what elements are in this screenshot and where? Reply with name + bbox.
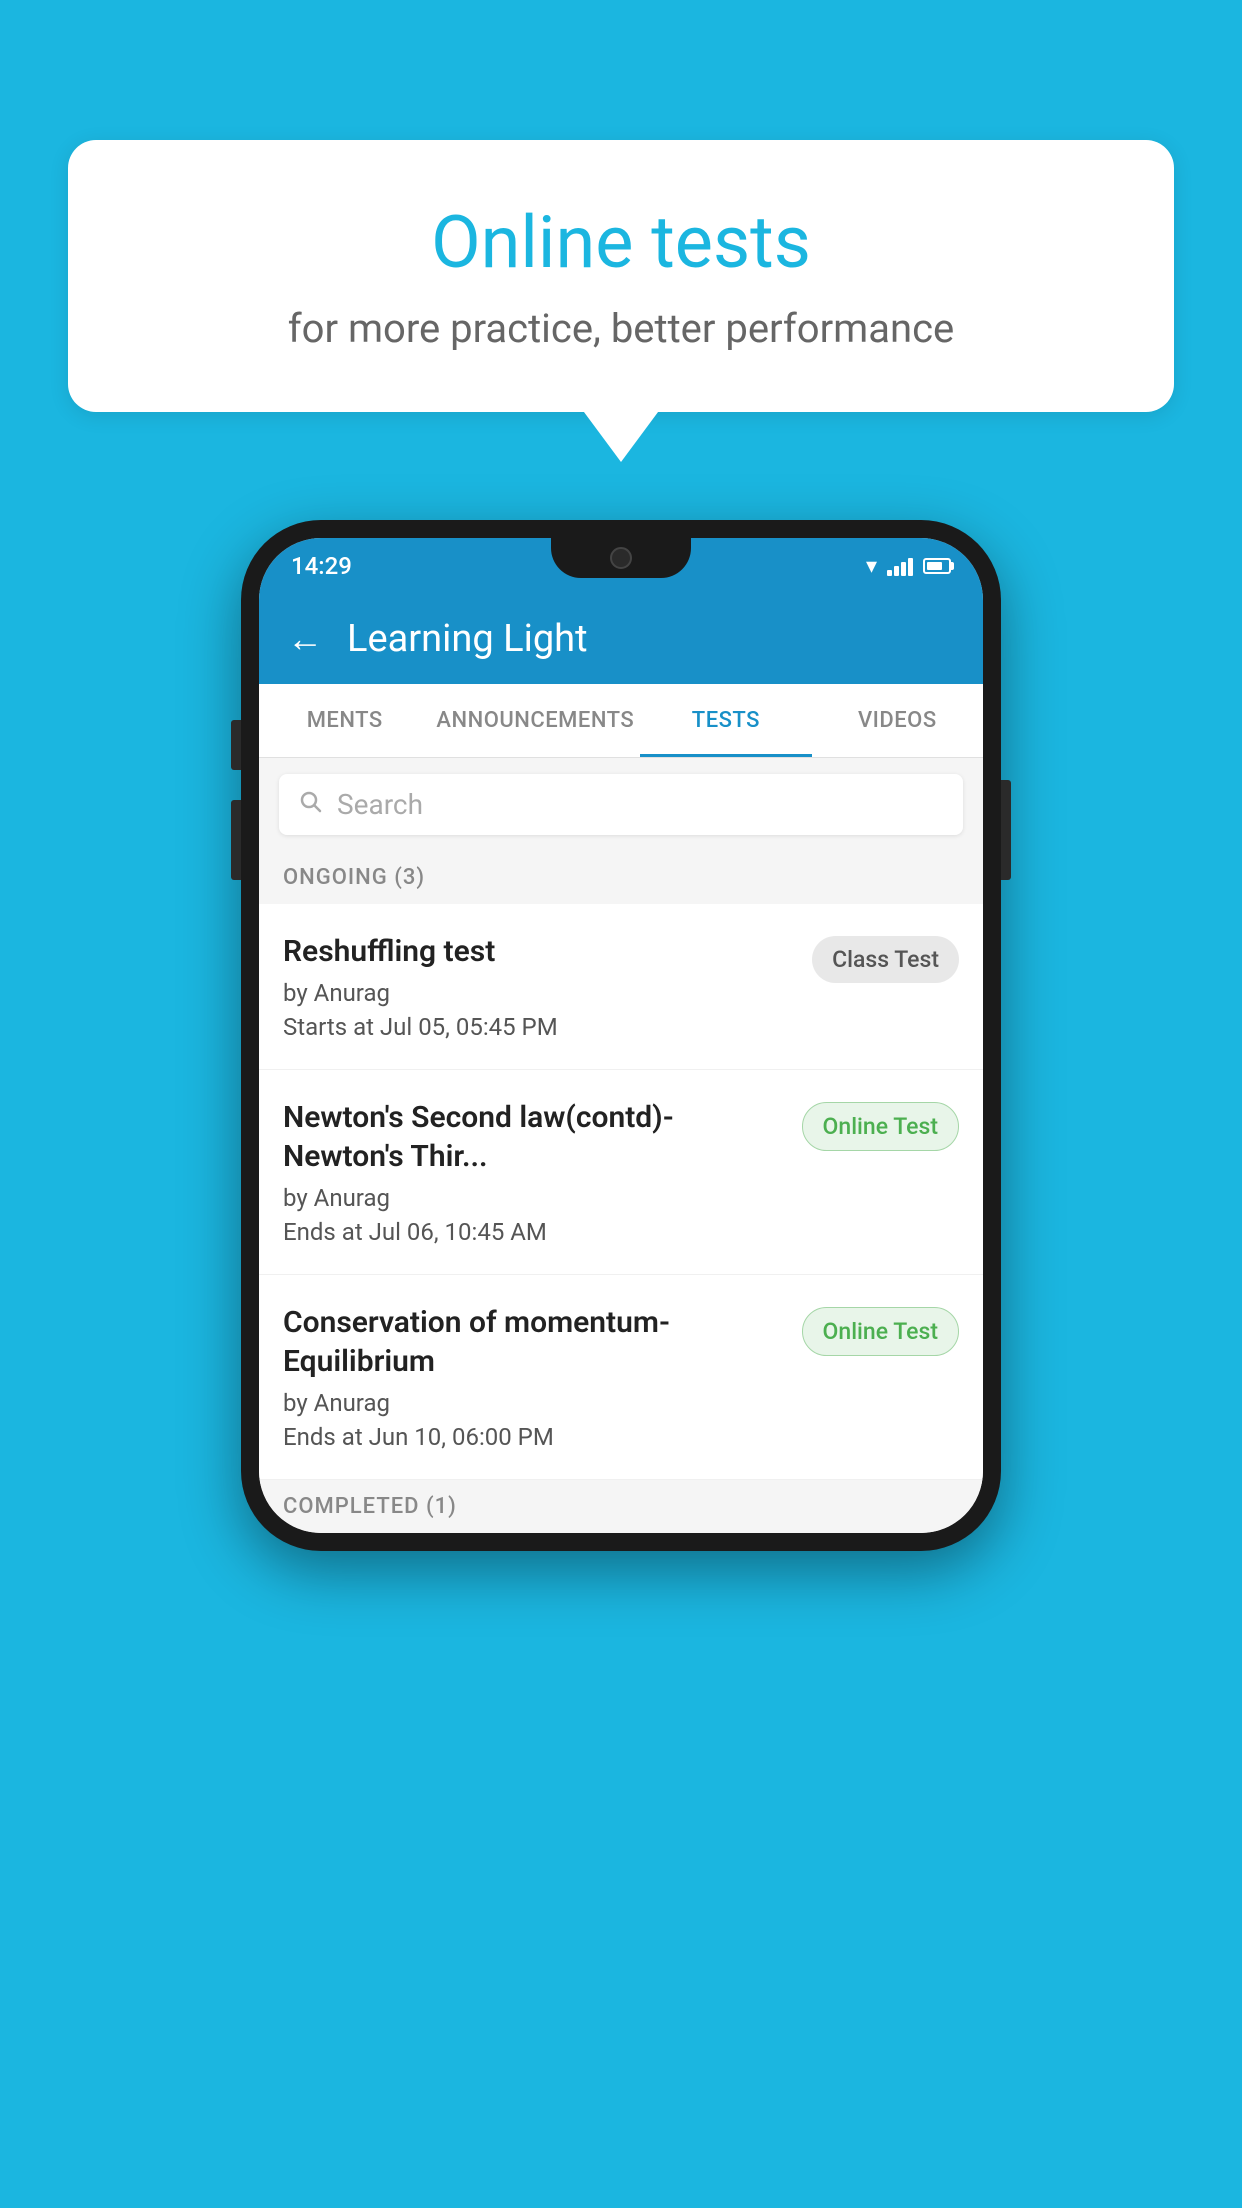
test-title-2: Newton's Second law(contd)-Newton's Thir… (283, 1098, 782, 1176)
test-author-3: by Anurag (283, 1389, 782, 1417)
app-header: ← Learning Light (259, 594, 983, 684)
test-item[interactable]: Newton's Second law(contd)-Newton's Thir… (259, 1070, 983, 1275)
status-time: 14:29 (291, 552, 352, 580)
signal-bar-2 (894, 566, 899, 576)
search-placeholder: Search (337, 788, 423, 821)
test-badge-1: Class Test (812, 936, 959, 983)
tab-videos[interactable]: VIDEOS (812, 684, 983, 757)
test-item[interactable]: Conservation of momentum-Equilibrium by … (259, 1275, 983, 1480)
test-badge-3: Online Test (802, 1307, 959, 1356)
phone-screen: 14:29 ▾ ← Learning Light (259, 538, 983, 1533)
search-icon (299, 788, 323, 821)
power-button (1001, 780, 1011, 880)
phone-notch (551, 538, 691, 578)
tab-tests[interactable]: TESTS (640, 684, 811, 757)
test-title-1: Reshuffling test (283, 932, 792, 971)
speech-bubble: Online tests for more practice, better p… (68, 140, 1174, 412)
app-title: Learning Light (347, 617, 588, 661)
wifi-icon: ▾ (866, 554, 877, 579)
search-bar[interactable]: Search (279, 774, 963, 835)
back-arrow-icon[interactable]: ← (287, 618, 323, 660)
search-container: Search (259, 758, 983, 851)
signal-bar-3 (901, 562, 906, 576)
signal-icon (887, 556, 913, 576)
test-title-3: Conservation of momentum-Equilibrium (283, 1303, 782, 1381)
volume-down-button (231, 720, 241, 770)
test-content-3: Conservation of momentum-Equilibrium by … (283, 1303, 802, 1451)
front-camera (610, 547, 632, 569)
test-date-3: Ends at Jun 10, 06:00 PM (283, 1423, 782, 1451)
test-date-1: Starts at Jul 05, 05:45 PM (283, 1013, 792, 1041)
phone-outer: 14:29 ▾ ← Learning Light (241, 520, 1001, 1551)
speech-bubble-container: Online tests for more practice, better p… (68, 140, 1174, 412)
bubble-subtitle: for more practice, better performance (148, 305, 1094, 352)
tab-ments[interactable]: MENTS (259, 684, 430, 757)
status-icons: ▾ (866, 554, 951, 579)
test-item[interactable]: Reshuffling test by Anurag Starts at Jul… (259, 904, 983, 1070)
signal-bar-4 (908, 558, 913, 576)
test-badge-2: Online Test (802, 1102, 959, 1151)
completed-section-header: COMPLETED (1) (259, 1480, 983, 1533)
test-content-1: Reshuffling test by Anurag Starts at Jul… (283, 932, 812, 1041)
bubble-title: Online tests (148, 200, 1094, 285)
volume-up-button (231, 800, 241, 880)
test-date-2: Ends at Jul 06, 10:45 AM (283, 1218, 782, 1246)
battery-icon (923, 558, 951, 574)
signal-bar-1 (887, 570, 892, 576)
ongoing-label: ONGOING (3) (283, 865, 425, 890)
tab-announcements[interactable]: ANNOUNCEMENTS (430, 684, 640, 757)
battery-fill (927, 562, 942, 570)
test-author-2: by Anurag (283, 1184, 782, 1212)
phone-mockup: 14:29 ▾ ← Learning Light (241, 520, 1001, 1551)
ongoing-section-header: ONGOING (3) (259, 851, 983, 904)
test-content-2: Newton's Second law(contd)-Newton's Thir… (283, 1098, 802, 1246)
tabs-container: MENTS ANNOUNCEMENTS TESTS VIDEOS (259, 684, 983, 758)
completed-label: COMPLETED (1) (283, 1494, 457, 1519)
test-author-1: by Anurag (283, 979, 792, 1007)
